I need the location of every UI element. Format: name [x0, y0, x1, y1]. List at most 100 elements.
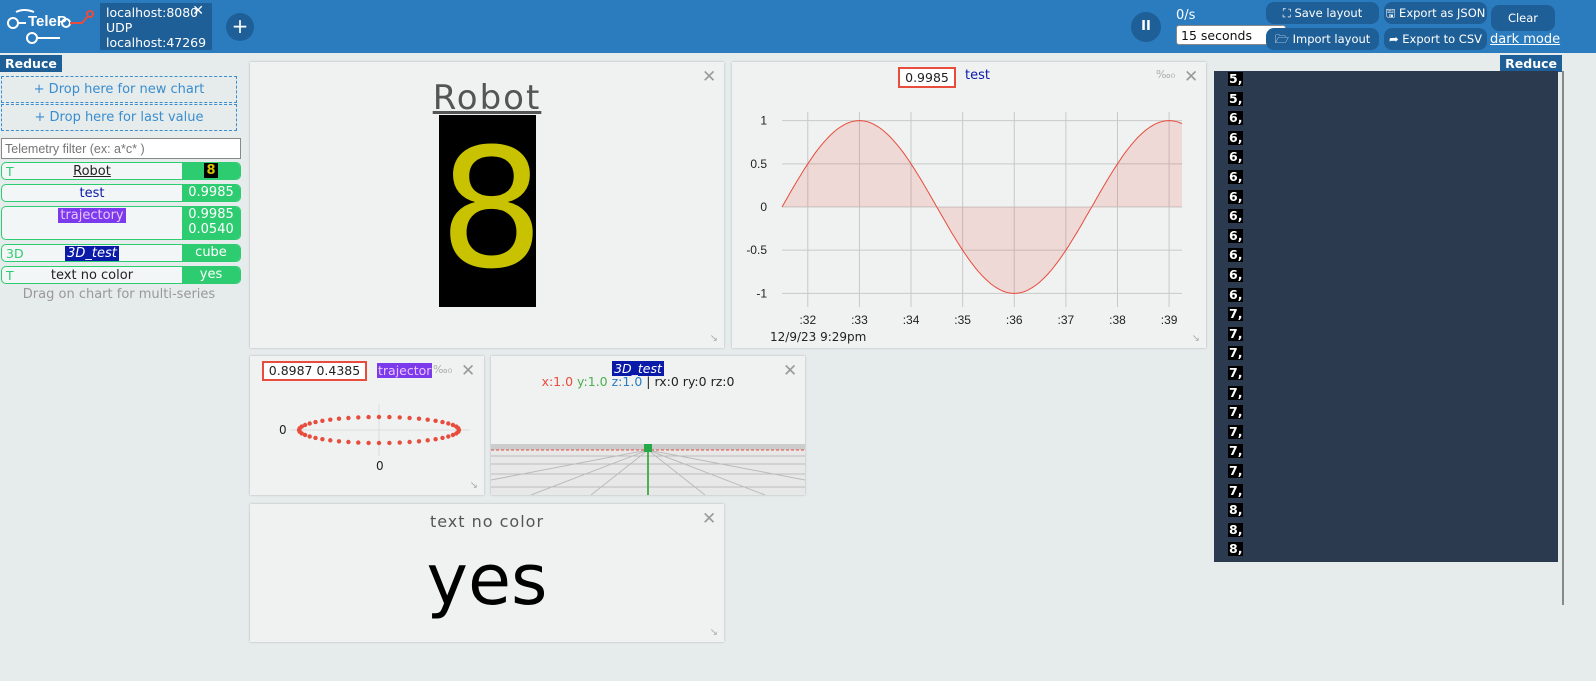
pause-button[interactable]: II: [1131, 12, 1161, 42]
telemetry-name: test: [79, 186, 105, 201]
trajectory-point: [446, 421, 451, 426]
log-line: 7,: [1228, 482, 1244, 498]
trajectory-point: [356, 440, 361, 445]
trajectory-point: [456, 426, 461, 431]
resize-handle-icon[interactable]: ↘: [710, 333, 718, 344]
log-line: 6,: [1228, 149, 1244, 165]
trajectory-point: [407, 415, 412, 421]
log-line: 7,: [1228, 423, 1244, 439]
log-line: 7,: [1228, 345, 1244, 361]
connection-tab[interactable]: localhost:8080 UDP localhost:47269 ✕: [100, 3, 212, 50]
telemetry-item-test[interactable]: test 0.9985: [1, 184, 241, 202]
y-tick-label: 1: [760, 114, 767, 128]
resize-handle-icon[interactable]: ↘: [710, 627, 718, 638]
log-line: 6,: [1228, 286, 1244, 302]
log-line: 5,: [1228, 71, 1244, 86]
robot-panel: Robot 8 ✕ ↘: [250, 62, 724, 348]
3d-scene[interactable]: [491, 444, 805, 495]
log-line: 8,: [1228, 541, 1244, 557]
log-line: 6,: [1228, 129, 1244, 145]
current-value-box: 0.8987 0.4385: [262, 361, 367, 381]
text-value-display: yes: [426, 539, 548, 621]
drop-new-chart-zone[interactable]: + Drop here for new chart: [1, 76, 237, 103]
x-tick-label: :32: [799, 313, 816, 327]
trajectory-point: [356, 415, 361, 420]
trajectory-point: [313, 419, 318, 425]
export-csv-button[interactable]: ➦ Export to CSV: [1384, 28, 1487, 50]
trajectory-point: [425, 438, 430, 443]
log-line: 7,: [1228, 443, 1244, 459]
reduce-right-button[interactable]: Reduce: [1500, 55, 1562, 72]
close-connection-icon[interactable]: ✕: [192, 4, 204, 19]
trajectory-point: [320, 418, 325, 423]
trajectory-point: [433, 418, 438, 423]
telemetry-item-robot[interactable]: T Robot 8: [1, 162, 241, 180]
trajectory-point: [440, 419, 445, 425]
3d-coordinates: x:1.0 y:1.0 z:1.0 | rx:0 ry:0 rz:0: [541, 374, 735, 389]
resize-handle-icon[interactable]: ↘: [1192, 333, 1200, 344]
trajectory-point: [450, 432, 456, 438]
x-tick-label: :35: [954, 313, 971, 327]
trajectory-point: [302, 422, 308, 428]
trajectory-scatter-chart[interactable]: [290, 404, 470, 456]
x-tick-label: :33: [851, 313, 868, 327]
save-layout-button[interactable]: ⛶ Save layout: [1266, 2, 1379, 24]
export-json-button[interactable]: 🖫 Export as JSON: [1384, 2, 1487, 24]
telemetry-name: trajectory: [58, 208, 126, 223]
dark-mode-toggle[interactable]: dark mode: [1490, 32, 1560, 47]
trajectory-point: [433, 437, 438, 442]
trajectory-point: [307, 434, 312, 439]
clear-button[interactable]: Clear: [1491, 5, 1555, 31]
trajectory-point: [387, 440, 392, 446]
add-connection-button[interactable]: +: [226, 13, 254, 41]
y-axis-label: 0: [279, 423, 287, 437]
connection-udp-port: localhost:47269: [106, 35, 207, 50]
close-icon[interactable]: ✕: [1184, 69, 1198, 86]
teleplot-logo: TeleP: [7, 9, 94, 44]
log-line: 7,: [1228, 365, 1244, 380]
close-icon[interactable]: ✕: [783, 363, 797, 380]
close-icon[interactable]: ✕: [702, 69, 716, 86]
trajectory-point: [366, 440, 371, 446]
telemetry-item-trajectory[interactable]: trajectory 0.9985 0.0540: [1, 206, 241, 240]
series-name[interactable]: test: [965, 68, 990, 83]
telemetry-item-text[interactable]: T text no color yes: [1, 266, 241, 284]
log-line: 7,: [1228, 325, 1244, 341]
reduce-left-button[interactable]: Reduce: [0, 55, 62, 72]
permil-icon[interactable]: ‰₀: [1156, 68, 1175, 81]
3d-test-panel: 3D_test x:1.0 y:1.0 z:1.0 | rx:0 ry:0 rz…: [491, 356, 805, 495]
telemetry-name: 3D_test: [65, 246, 119, 261]
page-scrollbar[interactable]: [1562, 71, 1564, 605]
log-line: 6,: [1228, 110, 1244, 126]
log-line: 6,: [1228, 227, 1244, 243]
trajectory-point: [346, 415, 351, 421]
resize-handle-icon[interactable]: ↘: [470, 480, 478, 491]
close-icon[interactable]: ✕: [461, 363, 475, 380]
trajectory-point: [425, 417, 430, 422]
test-line-chart[interactable]: 1 0.5 0 -0.5 -1:32:33:34:35:36:37:38:39: [732, 102, 1206, 332]
log-console[interactable]: 5, 5, 6, 6, 6, 6, 6, 6, 6, 6, 6, 6, 7, 7, 7, 7, 7, 7, 7, 7,…: [1214, 71, 1558, 562]
cube-object: [644, 444, 652, 452]
y-tick-label: 0.5: [750, 157, 767, 171]
telemetry-value: 0.9985 0.0540: [182, 207, 240, 239]
close-icon[interactable]: ✕: [702, 511, 716, 528]
drop-last-value-zone[interactable]: + Drop here for last value: [1, 104, 237, 131]
log-line: 6,: [1228, 169, 1244, 184]
log-line: 6,: [1228, 267, 1244, 282]
telemetry-value: yes: [182, 267, 240, 283]
log-line: 6,: [1228, 208, 1244, 224]
series-name[interactable]: trajector: [377, 363, 433, 378]
telemetry-filter-input[interactable]: [1, 138, 241, 159]
multi-series-hint: Drag on chart for multi-series: [22, 287, 216, 302]
permil-icon[interactable]: ‰₀: [433, 363, 452, 376]
time-window-value: 15 seconds: [1181, 28, 1252, 43]
telemetry-item-3d-test[interactable]: 3D 3D_test cube: [1, 244, 241, 262]
log-line: 8,: [1228, 521, 1244, 537]
log-line: 7,: [1228, 463, 1244, 478]
trajectory-point: [336, 439, 342, 444]
log-line: 6,: [1228, 247, 1244, 263]
test-chart-panel: 0.9985 test ‰₀ ✕ 1 0.5 0 -0.5 -1:32:33:34:35…: [732, 62, 1206, 348]
trajectory-point: [328, 438, 333, 443]
import-layout-button[interactable]: 🗁 Import layout: [1266, 28, 1379, 50]
chart-date: 12/9/23 9:29pm: [770, 330, 867, 344]
